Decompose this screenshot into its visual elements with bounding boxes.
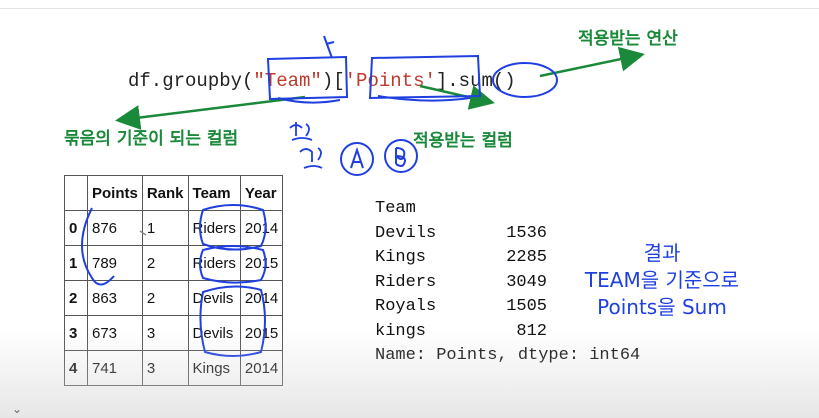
group-key-arrow [115,95,306,130]
team-ink-box [266,55,349,101]
chevron-down-icon[interactable]: ⌄ [12,402,22,416]
scribble-school [289,122,313,141]
devils-ink-box [199,285,266,357]
sum-ink-ellipse [492,62,558,98]
points-ink-box [368,54,482,100]
annotation-overlay [81,35,645,357]
points-ink-loop [81,207,115,286]
riders-ink-box [199,204,267,251]
scribble-gender [299,147,323,169]
